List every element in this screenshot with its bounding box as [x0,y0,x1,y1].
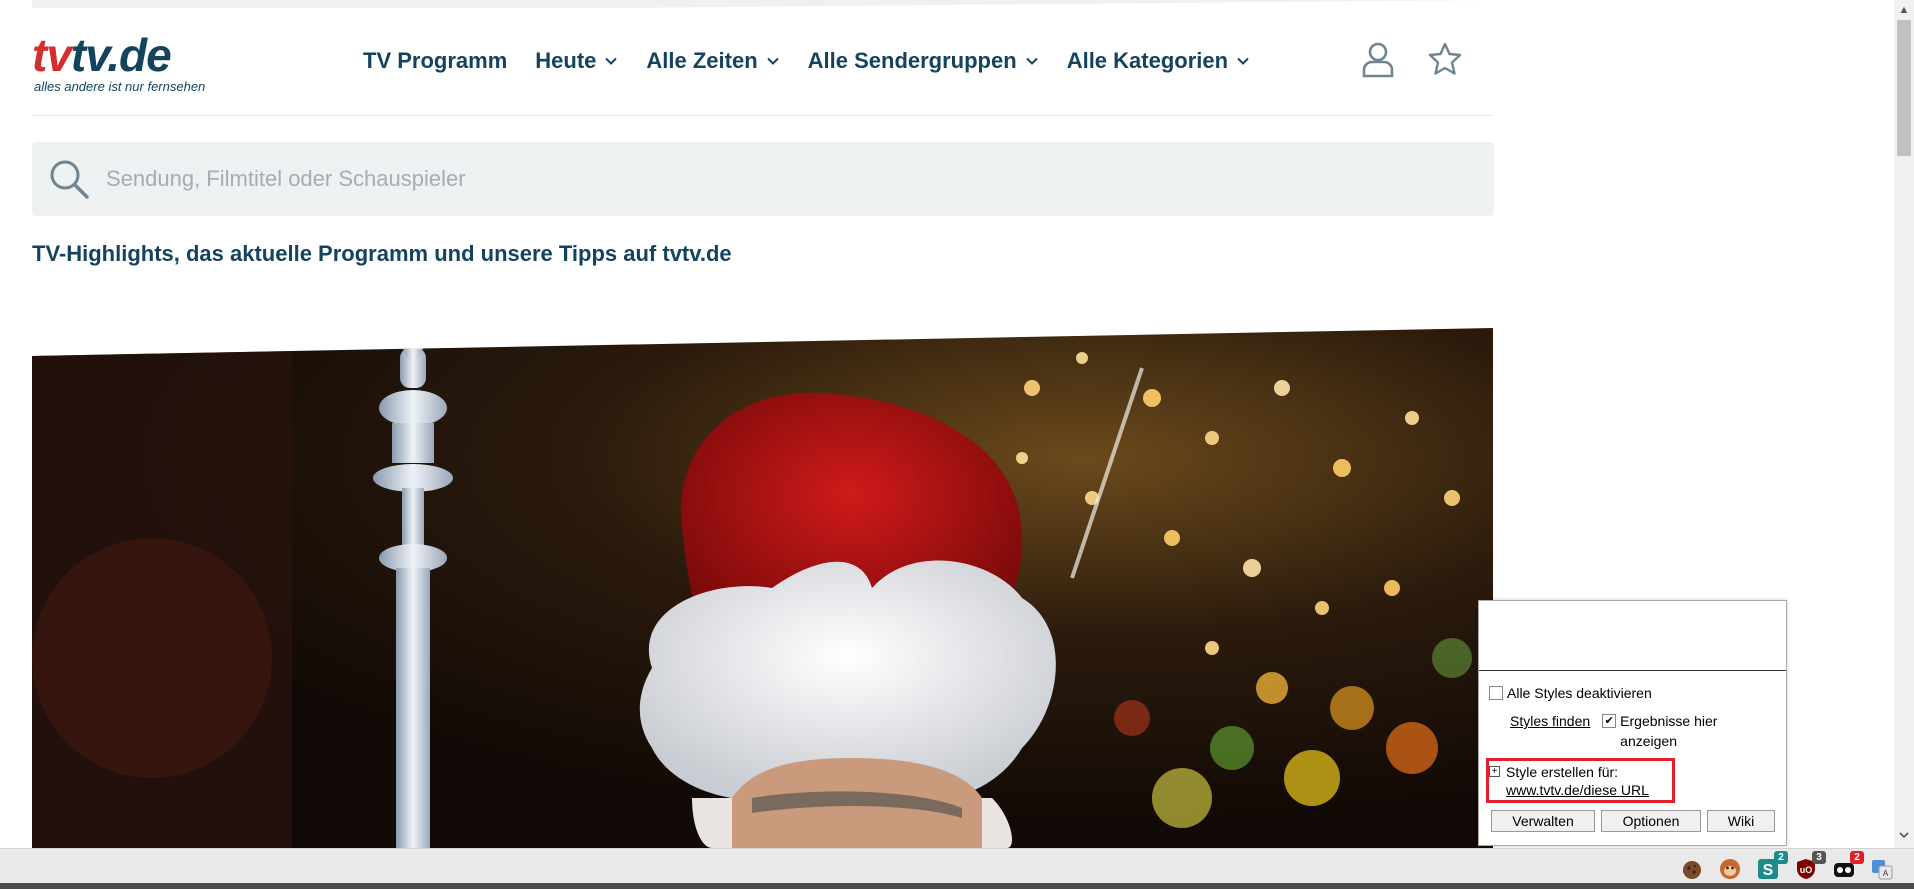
svg-text:S: S [1763,862,1774,879]
nav-alle-zeiten[interactable]: Alle Zeiten [646,48,779,74]
translate-extension-icon[interactable]: A [1870,857,1894,881]
logo-part-tv: tv [32,29,72,81]
show-results-checkbox[interactable]: ✔ [1602,714,1617,728]
scroll-up-icon[interactable]: ▲ [1894,0,1914,20]
scrollbar-thumb[interactable] [1897,20,1911,156]
nav-label: TV Programm [363,48,508,73]
show-results-label: Ergebnisse hier anzeigen [1620,713,1718,749]
scroll-down-icon[interactable] [1894,828,1914,848]
options-button[interactable]: Optionen [1601,810,1701,832]
create-style-row[interactable]: + Style erstellen für: www.tvtv.de/diese… [1489,763,1649,799]
popup-empty-area [1479,601,1786,671]
nav-tv-programm[interactable]: TV Programm [363,48,507,74]
hero-image[interactable] [32,328,1493,848]
hero-santa-image [32,328,1493,848]
ublock-badge: 3 [1812,851,1826,864]
search-icon[interactable] [48,158,90,200]
stylish-badge: 2 [1774,851,1788,864]
stylish-popup: Alle Styles deaktivieren Styles finden ✔… [1478,600,1787,846]
top-decoration [32,0,1494,8]
monkey-extension-icon[interactable] [1718,857,1742,881]
nav-alle-kategorien[interactable]: Alle Kategorien [1067,48,1250,74]
chevron-down-icon [605,57,618,65]
nav-alle-sendergruppen[interactable]: Alle Sendergruppen [808,48,1039,74]
privacy-badge: 2 [1850,851,1864,864]
find-styles-link[interactable]: Styles finden [1510,713,1590,729]
nav-label: Alle Kategorien [1066,48,1229,73]
user-icon[interactable] [1362,42,1394,78]
site-logo[interactable]: tvtv.de alles andere ist nur fernsehen [32,29,242,94]
browser-bottom-bar: S 2 uO 3 2 A [0,848,1914,889]
logo-part-tvde: tv.de [70,29,172,81]
disable-all-row[interactable]: Alle Styles deaktivieren [1489,685,1652,701]
search-input[interactable] [106,142,1466,216]
disable-all-label: Alle Styles deaktivieren [1507,685,1652,701]
nav-heute[interactable]: Heute [535,48,618,74]
expand-plus-icon[interactable]: + [1489,766,1500,777]
chevron-down-icon [1237,57,1249,65]
star-icon[interactable] [1428,42,1462,76]
privacy-extension-icon[interactable]: 2 [1832,851,1864,881]
cookie-extension-icon[interactable] [1680,857,1704,881]
disable-all-checkbox[interactable] [1489,686,1503,700]
wiki-button[interactable]: Wiki [1707,810,1775,832]
main-nav: TV Programm Heute Alle Zeiten Alle Sende… [363,48,1250,74]
stylish-extension-icon[interactable]: S 2 [1756,851,1788,881]
nav-label: Heute [535,48,597,73]
create-style-label: Style erstellen für: [1506,764,1619,780]
svg-text:A: A [1883,869,1889,878]
chevron-down-icon [766,57,779,65]
page-title: TV-Highlights, das aktuelle Programm und… [32,241,732,266]
nav-label: Alle Zeiten [646,48,758,73]
svg-text:uO: uO [1800,865,1813,875]
nav-label: Alle Sendergruppen [807,48,1017,73]
chevron-down-icon [1025,57,1038,65]
create-style-url-link[interactable]: www.tvtv.de/diese URL [1506,781,1649,799]
site-header: tvtv.de alles andere ist nur fernsehen T… [32,24,1494,116]
ublock-extension-icon[interactable]: uO 3 [1794,851,1826,881]
taskbar-edge [0,883,1914,889]
page-scrollbar[interactable]: ▲ [1894,0,1914,848]
logo-tagline: alles andere ist nur fernsehen [34,79,206,94]
search-bar [32,142,1494,216]
manage-button[interactable]: Verwalten [1491,810,1595,832]
find-styles-row: Styles finden ✔ Ergebnisse hier anzeigen [1510,713,1770,751]
